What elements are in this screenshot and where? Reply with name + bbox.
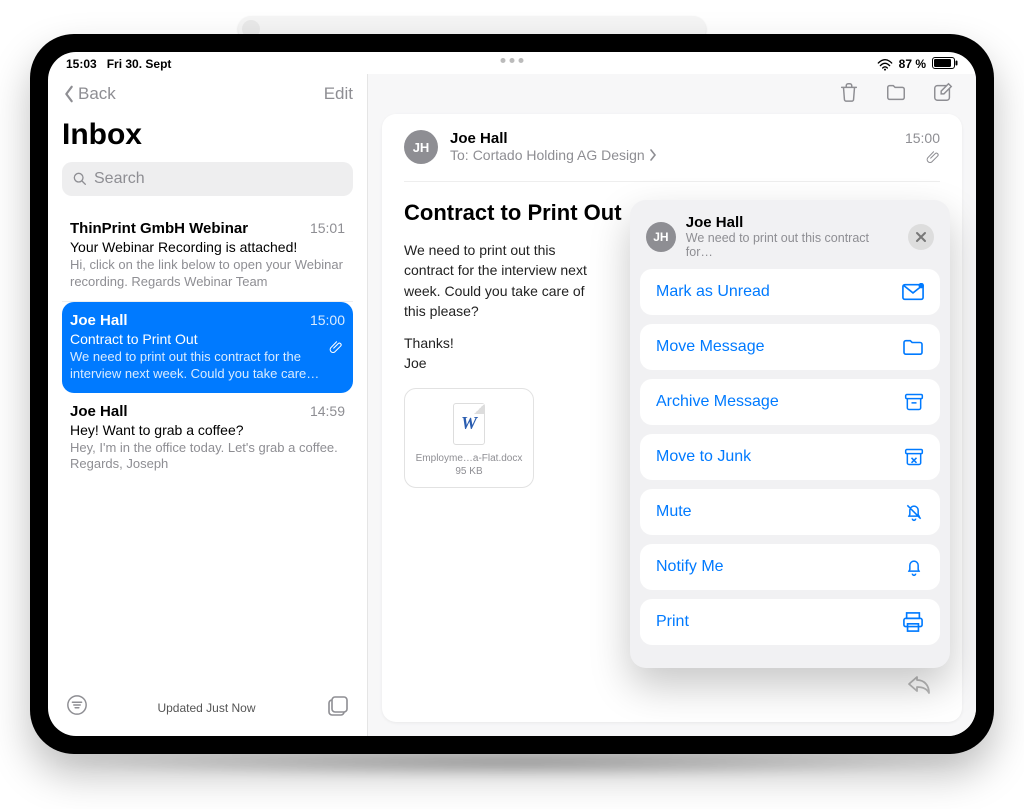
back-button[interactable]: Back — [62, 84, 116, 104]
move-button[interactable] — [884, 81, 908, 108]
attachment-size: 95 KB — [413, 466, 525, 477]
battery-icon — [932, 57, 958, 72]
close-button[interactable] — [908, 224, 934, 250]
action-junk[interactable]: Move to Junk — [640, 434, 940, 480]
action-move[interactable]: Move Message — [640, 324, 940, 370]
status-right: 87 % — [877, 57, 958, 72]
trash-button[interactable] — [838, 81, 860, 108]
junk-icon — [904, 447, 924, 467]
printer-icon — [902, 612, 924, 632]
paperclip-icon — [905, 150, 940, 169]
msg-time: 15:00 — [310, 312, 345, 329]
attachment-name: Employme…a-Flat.docx — [413, 453, 525, 464]
screen: 15:03 Fri 30. Sept 87 % Back Edit In — [48, 52, 976, 736]
status-time: 15:03 — [66, 57, 97, 71]
updated-status: Updated Just Now — [157, 701, 255, 715]
status-bar: 15:03 Fri 30. Sept 87 % — [48, 52, 976, 74]
message-list: ThinPrint GmbH Webinar 15:01 Your Webinar… — [62, 210, 353, 483]
envelope-icon — [902, 283, 924, 301]
detail-time: 15:00 — [905, 130, 940, 146]
msg-preview: We need to print out this contract for t… — [70, 349, 345, 383]
filter-button[interactable] — [66, 694, 88, 721]
message-item[interactable]: ThinPrint GmbH Webinar 15:01 Your Webinar… — [62, 210, 353, 302]
status-left: 15:03 Fri 30. Sept — [66, 57, 171, 71]
page-title: Inbox — [62, 118, 353, 152]
msg-subject: Contract to Print Out — [70, 331, 345, 347]
edit-button[interactable]: Edit — [324, 84, 353, 104]
word-doc-icon: W — [453, 403, 485, 445]
bell-icon — [904, 556, 924, 578]
detail-sender: Joe Hall — [450, 130, 893, 147]
message-item[interactable]: Joe Hall 14:59 Hey! Want to grab a coffee… — [62, 393, 353, 484]
chevron-left-icon — [62, 85, 76, 103]
search-input[interactable]: Search — [62, 162, 353, 196]
status-date: Fri 30. Sept — [107, 57, 172, 71]
msg-time: 15:01 — [310, 220, 345, 237]
action-mute[interactable]: Mute — [640, 489, 940, 535]
wifi-icon — [877, 57, 893, 71]
chevron-right-icon — [649, 149, 657, 161]
msg-preview: Hey, I'm in the office today. Let's grab… — [70, 440, 345, 474]
reply-button[interactable] — [906, 673, 932, 700]
msg-sender: ThinPrint GmbH Webinar — [70, 220, 248, 237]
device-shadow — [40, 748, 984, 778]
attachment[interactable]: W Employme…a-Flat.docx 95 KB — [404, 388, 534, 488]
back-label: Back — [78, 84, 116, 104]
compose-new-button[interactable] — [932, 81, 954, 108]
close-icon — [915, 231, 927, 243]
search-icon — [72, 171, 88, 187]
battery-percent: 87 % — [899, 57, 926, 71]
popover-subtitle: We need to print out this contract for… — [686, 231, 898, 259]
sender-avatar[interactable]: JH — [404, 130, 438, 164]
message-item-selected[interactable]: Joe Hall 15:00 Contract to Print Out We n… — [62, 302, 353, 393]
archive-icon — [904, 392, 924, 412]
bell-off-icon — [904, 501, 924, 523]
mailbox-pane: Back Edit Inbox Search ThinPrint GmbH We… — [48, 74, 368, 736]
folder-icon — [902, 338, 924, 356]
msg-sender: Joe Hall — [70, 312, 128, 329]
popover-title: Joe Hall — [686, 214, 898, 231]
msg-time: 14:59 — [310, 403, 345, 420]
popover-avatar: JH — [646, 222, 676, 252]
action-archive[interactable]: Archive Message — [640, 379, 940, 425]
msg-sender: Joe Hall — [70, 403, 128, 420]
message-actions-popover: JH Joe Hall We need to print out this co… — [630, 200, 950, 668]
multitask-dots[interactable] — [501, 58, 524, 63]
detail-recipient[interactable]: To: Cortado Holding AG Design — [450, 147, 893, 163]
msg-preview: Hi, click on the link below to open your… — [70, 257, 345, 291]
ipad-frame: 15:03 Fri 30. Sept 87 % Back Edit In — [30, 34, 994, 754]
paperclip-icon — [329, 340, 343, 359]
search-placeholder: Search — [94, 170, 145, 188]
msg-subject: Your Webinar Recording is attached! — [70, 239, 345, 255]
msg-subject: Hey! Want to grab a coffee? — [70, 422, 345, 438]
detail-toolbar — [368, 74, 976, 114]
action-print[interactable]: Print — [640, 599, 940, 645]
action-notify[interactable]: Notify Me — [640, 544, 940, 590]
action-mark-unread[interactable]: Mark as Unread — [640, 269, 940, 315]
compose-button[interactable] — [325, 693, 349, 722]
